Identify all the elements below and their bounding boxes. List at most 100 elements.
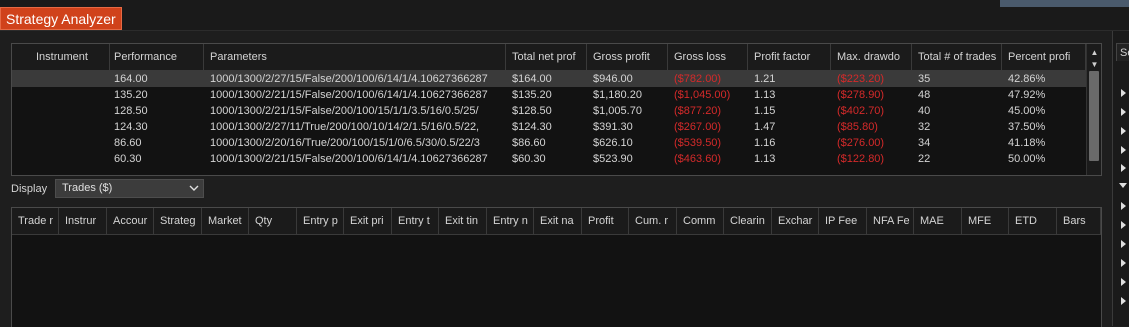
cell-performance: 135.20	[114, 89, 148, 101]
column-header-performance[interactable]: Performance	[110, 44, 204, 70]
column-header-profit-factor[interactable]: Profit factor	[748, 44, 831, 70]
expand-right-icon[interactable]	[1121, 259, 1126, 267]
expand-right-icon[interactable]	[1121, 202, 1126, 210]
cell-parameters: 1000/1300/2/20/16/True/200/100/15/1/0/6.…	[210, 137, 480, 149]
trades-column-header-trade-number[interactable]: Trade r	[12, 208, 59, 234]
cell-total-net-profit: $135.20	[512, 89, 552, 101]
cell-total-net-profit: $164.00	[512, 73, 552, 85]
trades-column-header-entry-price[interactable]: Entry p	[297, 208, 344, 234]
expand-right-icon[interactable]	[1121, 146, 1126, 154]
column-header-gross-loss[interactable]: Gross loss	[668, 44, 748, 70]
optimization-results-grid: Instrument Performance Parameters Total net…	[11, 43, 1102, 176]
expand-right-icon[interactable]	[1121, 108, 1126, 116]
optimization-grid-scrollbar[interactable]: ▲ ▼	[1086, 44, 1101, 175]
trades-column-header-ip-fee[interactable]: IP Fee	[819, 208, 867, 234]
cell-total-trades: 32	[918, 121, 931, 133]
cell-total-trades: 35	[918, 73, 931, 85]
optimization-row[interactable]: 60.30 1000/1300/2/21/15/False/200/100/6/1…	[12, 151, 1086, 167]
cell-gross-loss: ($782.00)	[674, 73, 722, 85]
cell-total-trades: 22	[918, 153, 931, 165]
trades-column-header-entry-name[interactable]: Entry n	[487, 208, 534, 234]
expand-right-icon[interactable]	[1121, 164, 1126, 172]
display-dropdown[interactable]: Trades ($)	[55, 179, 204, 198]
cell-instrument	[30, 135, 110, 151]
trades-column-header-strategy[interactable]: Strateg	[154, 208, 202, 234]
expand-right-icon[interactable]	[1121, 240, 1126, 248]
cell-gross-loss: ($267.00)	[674, 121, 722, 133]
display-label: Display	[11, 183, 48, 195]
trades-column-header-exit-name[interactable]: Exit na	[534, 208, 582, 234]
expand-down-icon[interactable]	[1119, 183, 1127, 188]
cell-performance: 164.00	[114, 73, 148, 85]
trades-column-header-market-position[interactable]: Market	[202, 208, 249, 234]
optimization-row[interactable]: 124.30 1000/1300/2/27/11/True/200/100/10/…	[12, 119, 1086, 135]
cell-profit-factor: 1.15	[754, 105, 776, 117]
optimization-row[interactable]: 164.00 1000/1300/2/27/15/False/200/100/6/…	[12, 71, 1086, 87]
cell-profit-factor: 1.47	[754, 121, 776, 133]
cell-parameters: 1000/1300/2/21/15/False/200/100/6/14/1/4…	[210, 153, 488, 165]
expand-right-icon[interactable]	[1121, 127, 1126, 135]
cell-gross-loss: ($1,045.00)	[674, 89, 731, 101]
cell-instrument	[30, 103, 110, 119]
cell-performance: 128.50	[114, 105, 148, 117]
cell-performance: 86.60	[114, 137, 142, 149]
trades-column-header-exit-price[interactable]: Exit pri	[344, 208, 392, 234]
column-header-total-trades[interactable]: Total # of trades	[912, 44, 1002, 70]
chevron-down-icon	[189, 180, 199, 203]
trades-column-header-profit[interactable]: Profit	[582, 208, 629, 234]
trades-grid: Trade r Instrur Accour Strateg Market Qty Entr…	[11, 207, 1102, 327]
cell-percent-profitable: 42.86%	[1008, 73, 1046, 85]
cell-instrument	[30, 87, 110, 103]
cell-gross-loss: ($539.50)	[674, 137, 722, 149]
trades-column-header-bars[interactable]: Bars	[1057, 208, 1101, 234]
trades-column-header-exchange-fee[interactable]: Exchar	[772, 208, 819, 234]
trades-column-header-exit-time[interactable]: Exit tin	[439, 208, 487, 234]
optimization-row[interactable]: 86.60 1000/1300/2/20/16/True/200/100/15/1…	[12, 135, 1086, 151]
optimization-row[interactable]: 128.50 1000/1300/2/21/15/False/200/100/15…	[12, 103, 1086, 119]
optimization-row[interactable]: 135.20 1000/1300/2/21/15/False/200/100/6/…	[12, 87, 1086, 103]
column-header-instrument[interactable]: Instrument	[30, 44, 110, 70]
cell-total-trades: 34	[918, 137, 931, 149]
column-header-total-net-profit[interactable]: Total net prof	[506, 44, 587, 70]
strategy-analyzer-tab[interactable]: Strategy Analyzer	[0, 7, 122, 30]
trades-column-header-mae[interactable]: MAE	[914, 208, 962, 234]
expand-right-icon[interactable]	[1121, 89, 1126, 97]
cell-max-drawdown: ($122.80)	[837, 153, 885, 165]
trades-grid-header: Trade r Instrur Accour Strateg Market Qty Entr…	[12, 208, 1101, 235]
trades-column-header-commission[interactable]: Comm	[677, 208, 724, 234]
trades-column-header-mfe[interactable]: MFE	[962, 208, 1009, 234]
trades-column-header-nfa-fee[interactable]: NFA Fe	[867, 208, 914, 234]
scroll-up-icon[interactable]: ▲	[1087, 47, 1101, 59]
trades-column-header-entry-time[interactable]: Entry t	[392, 208, 439, 234]
column-header-max-drawdown[interactable]: Max. drawdo	[831, 44, 912, 70]
cell-instrument	[30, 151, 110, 167]
optimization-grid-header: Instrument Performance Parameters Total net…	[12, 44, 1086, 71]
cell-instrument	[30, 71, 110, 87]
cell-profit-factor: 1.13	[754, 153, 776, 165]
cell-percent-profitable: 41.18%	[1008, 137, 1046, 149]
top-bar: Strategy Analyzer	[0, 0, 1129, 31]
trades-column-header-clearing-fee[interactable]: Clearin	[724, 208, 772, 234]
scroll-down-icon[interactable]: ▼	[1087, 59, 1101, 71]
trades-column-header-instrument[interactable]: Instrur	[59, 208, 107, 234]
column-header-parameters[interactable]: Parameters	[204, 44, 506, 70]
column-header-gross-profit[interactable]: Gross profit	[587, 44, 668, 70]
cell-gross-loss: ($877.20)	[674, 105, 722, 117]
scrollbar-thumb[interactable]	[1089, 71, 1099, 161]
cell-total-trades: 48	[918, 89, 931, 101]
trades-column-header-quantity[interactable]: Qty	[249, 208, 297, 234]
expand-right-icon[interactable]	[1121, 278, 1126, 286]
trades-column-header-account[interactable]: Accour	[107, 208, 154, 234]
cell-gross-profit: $391.30	[593, 121, 633, 133]
side-panel-header[interactable]: Se	[1116, 43, 1129, 61]
cell-gross-profit: $946.00	[593, 73, 633, 85]
cell-performance: 60.30	[114, 153, 142, 165]
trades-column-header-cum-net-profit[interactable]: Cum. r	[629, 208, 677, 234]
expand-right-icon[interactable]	[1121, 297, 1126, 305]
expand-right-icon[interactable]	[1121, 221, 1126, 229]
column-header-percent-profitable[interactable]: Percent profi	[1002, 44, 1086, 70]
side-panel: Se	[1112, 31, 1129, 326]
trades-column-header-etd[interactable]: ETD	[1009, 208, 1057, 234]
cell-profit-factor: 1.21	[754, 73, 776, 85]
cell-performance: 124.30	[114, 121, 148, 133]
